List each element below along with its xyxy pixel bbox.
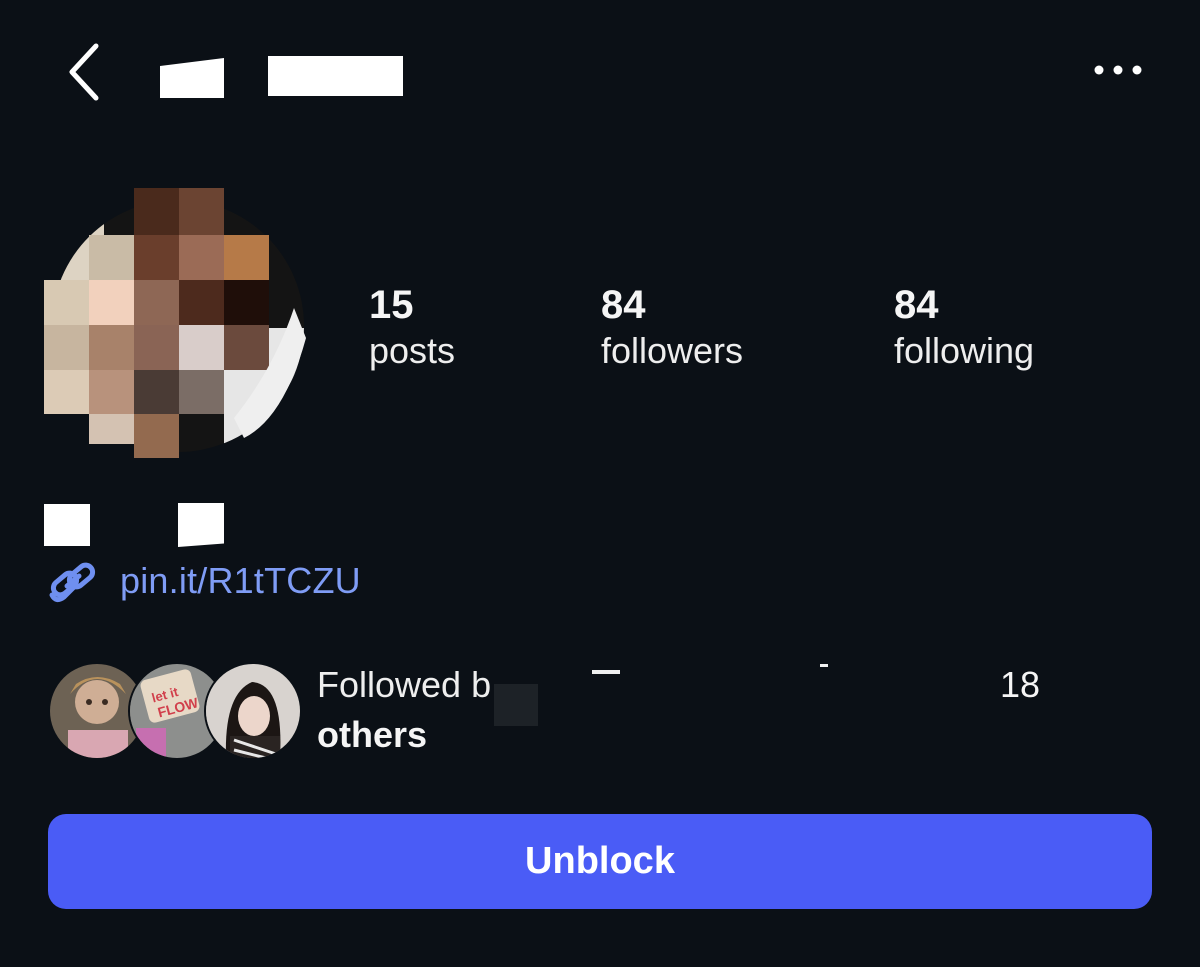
unblock-button[interactable]: Unblock	[48, 814, 1152, 909]
more-horizontal-icon	[1094, 65, 1142, 75]
followed-by-redaction	[592, 670, 620, 674]
followed-by-redaction	[494, 684, 538, 726]
mutual-follower-avatar	[204, 662, 302, 760]
mutual-followers-avatars[interactable]: let it FLOW	[48, 662, 302, 760]
username-redaction	[160, 58, 224, 98]
followers-stat[interactable]: 84 followers	[601, 282, 743, 374]
profile-avatar[interactable]	[44, 188, 306, 458]
profile-link-text: pin.it/R1tTCZU	[120, 560, 361, 601]
profile-link[interactable]: pin.it/R1tTCZU	[46, 556, 361, 606]
more-options-button[interactable]	[1078, 50, 1158, 90]
followers-label: followers	[601, 330, 744, 371]
followers-count: 84	[601, 283, 646, 327]
posts-label: posts	[369, 330, 456, 371]
followed-by-prefix: Followed b	[317, 664, 492, 705]
following-count: 84	[894, 283, 939, 327]
following-stat[interactable]: 84 following	[894, 282, 1034, 374]
back-button[interactable]	[52, 36, 116, 108]
chevron-left-icon	[69, 43, 99, 101]
link-icon	[49, 562, 96, 603]
followed-by-suffix: others	[317, 714, 428, 755]
followed-by-text[interactable]: Followed b	[317, 660, 1077, 710]
display-name-redaction	[44, 504, 90, 546]
followed-by-redaction	[820, 664, 828, 667]
posts-stat[interactable]: 15 posts	[369, 282, 455, 374]
username-redaction	[268, 56, 403, 96]
posts-count: 15	[369, 283, 414, 327]
followed-by-count: 18	[1000, 664, 1041, 705]
display-name-redaction	[178, 503, 224, 547]
following-label: following	[894, 330, 1035, 371]
